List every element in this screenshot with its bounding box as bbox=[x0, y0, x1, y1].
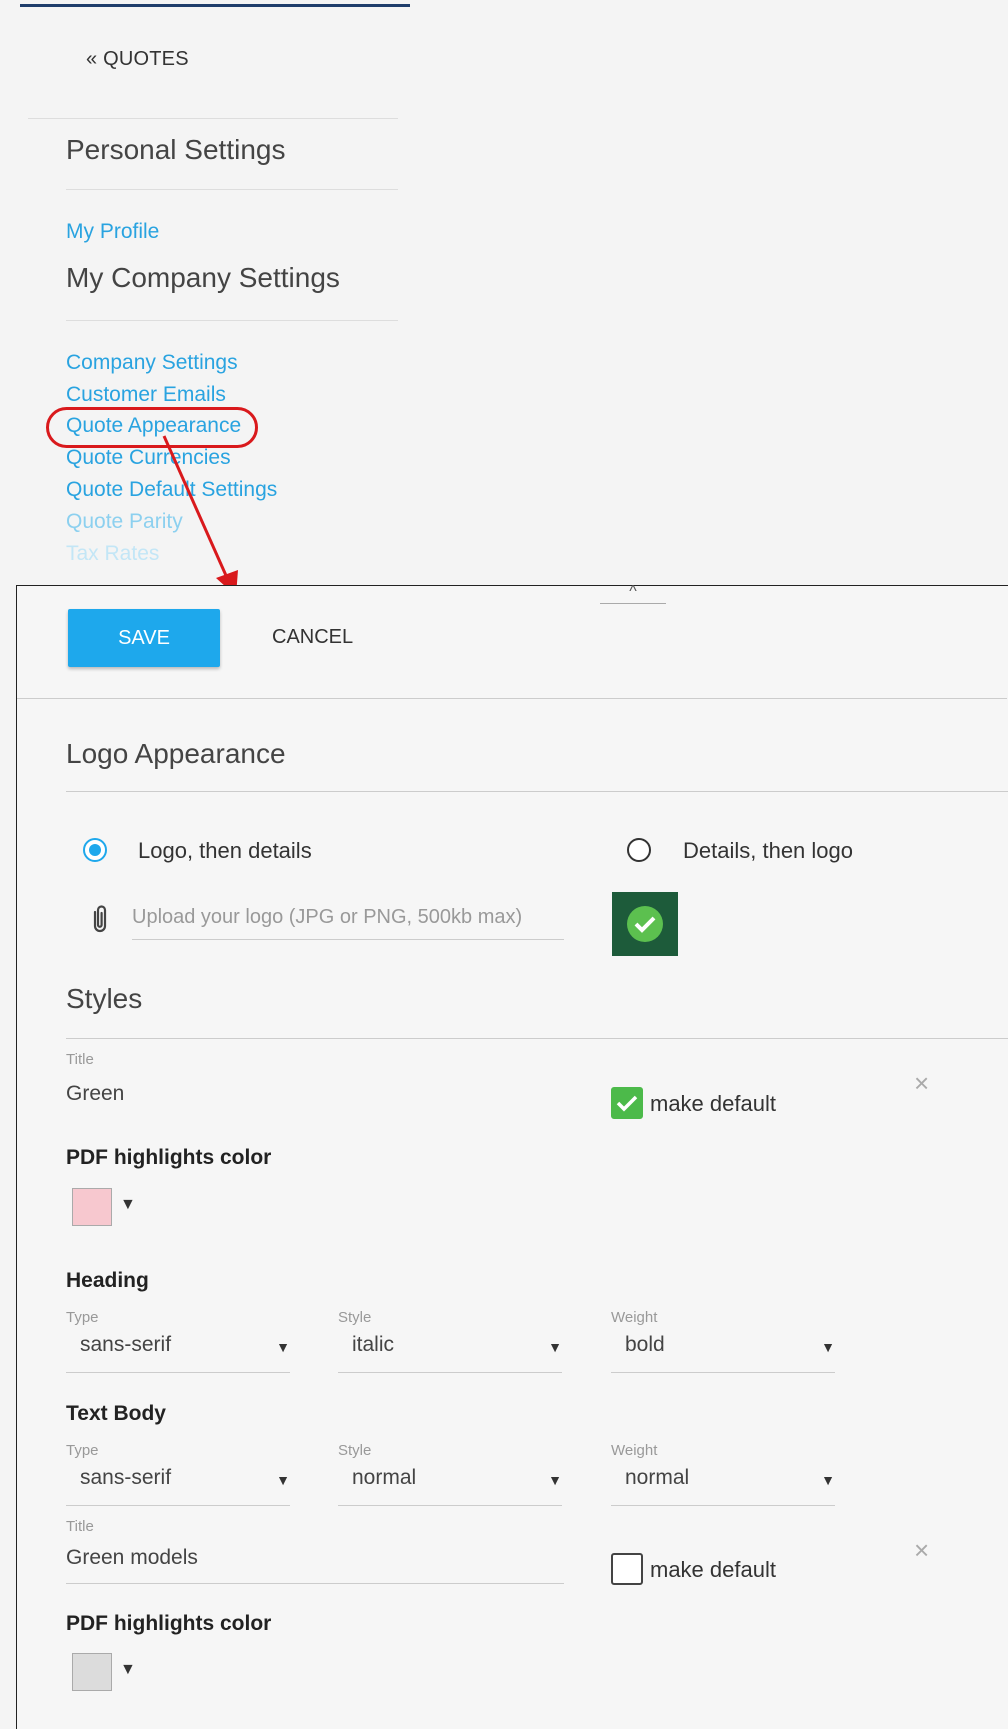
divider bbox=[66, 1038, 1008, 1039]
divider bbox=[66, 791, 1008, 792]
body-type-value: sans-serif bbox=[80, 1466, 172, 1489]
style2-make-default-checkbox[interactable] bbox=[611, 1553, 643, 1585]
chevron-down-icon: ▼ bbox=[276, 1472, 290, 1488]
divider bbox=[28, 118, 398, 119]
body-style-value: normal bbox=[352, 1466, 417, 1489]
logo-appearance-heading: Logo Appearance bbox=[66, 738, 286, 769]
check-circle-icon bbox=[627, 906, 663, 942]
style2-remove-icon[interactable]: × bbox=[914, 1535, 929, 1566]
chevron-down-icon: ▼ bbox=[821, 1339, 835, 1355]
cancel-button[interactable]: CANCEL bbox=[272, 626, 353, 649]
logo-preview-image bbox=[612, 892, 678, 956]
chevron-down-icon: ▼ bbox=[548, 1339, 562, 1355]
style1-title-input[interactable]: Green bbox=[66, 1082, 564, 1118]
heading-weight-label: Weight bbox=[611, 1309, 658, 1326]
heading-style-value: italic bbox=[352, 1333, 395, 1356]
style1-pdf-color-swatch[interactable] bbox=[72, 1188, 112, 1226]
divider bbox=[66, 189, 398, 190]
style2-pdf-color-label: PDF highlights color bbox=[66, 1612, 272, 1635]
paperclip-icon[interactable] bbox=[88, 904, 112, 934]
heading-weight-select[interactable]: bold ▼ bbox=[611, 1327, 835, 1373]
chevron-down-icon[interactable]: ▼ bbox=[120, 1196, 136, 1214]
nav-link-tax-rates[interactable]: Tax Rates bbox=[66, 542, 159, 566]
heading-style-select[interactable]: italic ▼ bbox=[338, 1327, 562, 1373]
body-type-select[interactable]: sans-serif ▼ bbox=[66, 1460, 290, 1506]
styles-heading: Styles bbox=[66, 983, 143, 1014]
body-weight-label: Weight bbox=[611, 1442, 658, 1459]
collapse-toggle[interactable]: ^ bbox=[600, 584, 666, 604]
style2-pdf-color-swatch[interactable] bbox=[72, 1653, 112, 1691]
company-settings-title: My Company Settings bbox=[66, 262, 340, 293]
style1-pdf-color-label: PDF highlights color bbox=[66, 1146, 272, 1169]
style2-title-label: Title bbox=[66, 1518, 94, 1535]
logo-upload-input[interactable]: Upload your logo (JPG or PNG, 500kb max) bbox=[132, 902, 564, 940]
radio-label-logo-then-details: Logo, then details bbox=[138, 838, 312, 863]
style1-title-label: Title bbox=[66, 1051, 94, 1068]
body-type-label: Type bbox=[66, 1442, 99, 1459]
style2-make-default-label: make default bbox=[650, 1557, 776, 1582]
style1-remove-icon[interactable]: × bbox=[914, 1068, 929, 1099]
heading-weight-value: bold bbox=[625, 1333, 665, 1356]
body-style-label: Style bbox=[338, 1442, 372, 1459]
top-header-edge bbox=[20, 4, 410, 7]
style2-title-input[interactable]: Green models bbox=[66, 1546, 564, 1584]
radio-logo-then-details[interactable] bbox=[83, 838, 107, 862]
chevron-down-icon[interactable]: ▼ bbox=[120, 1661, 136, 1679]
body-weight-select[interactable]: normal ▼ bbox=[611, 1460, 835, 1506]
style1-make-default-label: make default bbox=[650, 1091, 776, 1116]
nav-link-customer-emails[interactable]: Customer Emails bbox=[66, 383, 226, 407]
checkmark-icon bbox=[616, 1095, 638, 1112]
divider bbox=[66, 320, 398, 321]
toolbar-divider bbox=[17, 698, 1007, 699]
heading-type-value: sans-serif bbox=[80, 1333, 172, 1356]
radio-details-then-logo[interactable] bbox=[627, 838, 651, 862]
heading-type-select[interactable]: sans-serif ▼ bbox=[66, 1327, 290, 1373]
heading-style-label: Style bbox=[338, 1309, 372, 1326]
style1-make-default-checkbox[interactable] bbox=[611, 1087, 643, 1119]
nav-link-my-profile[interactable]: My Profile bbox=[66, 220, 159, 244]
annotation-arrow-icon bbox=[162, 435, 238, 596]
heading-type-label: Type bbox=[66, 1309, 99, 1326]
radio-label-details-then-logo: Details, then logo bbox=[683, 838, 853, 863]
nav-link-company-settings[interactable]: Company Settings bbox=[66, 351, 238, 375]
personal-settings-title: Personal Settings bbox=[66, 134, 286, 165]
chevron-down-icon: ▼ bbox=[548, 1472, 562, 1488]
body-weight-value: normal bbox=[625, 1466, 690, 1489]
back-to-quotes-link[interactable]: « QUOTES bbox=[86, 48, 189, 71]
style1-text-body-label: Text Body bbox=[66, 1402, 166, 1425]
save-button[interactable]: SAVE bbox=[68, 609, 220, 667]
style1-heading-label: Heading bbox=[66, 1269, 149, 1292]
chevron-down-icon: ▼ bbox=[276, 1339, 290, 1355]
body-style-select[interactable]: normal ▼ bbox=[338, 1460, 562, 1506]
chevron-down-icon: ▼ bbox=[821, 1472, 835, 1488]
